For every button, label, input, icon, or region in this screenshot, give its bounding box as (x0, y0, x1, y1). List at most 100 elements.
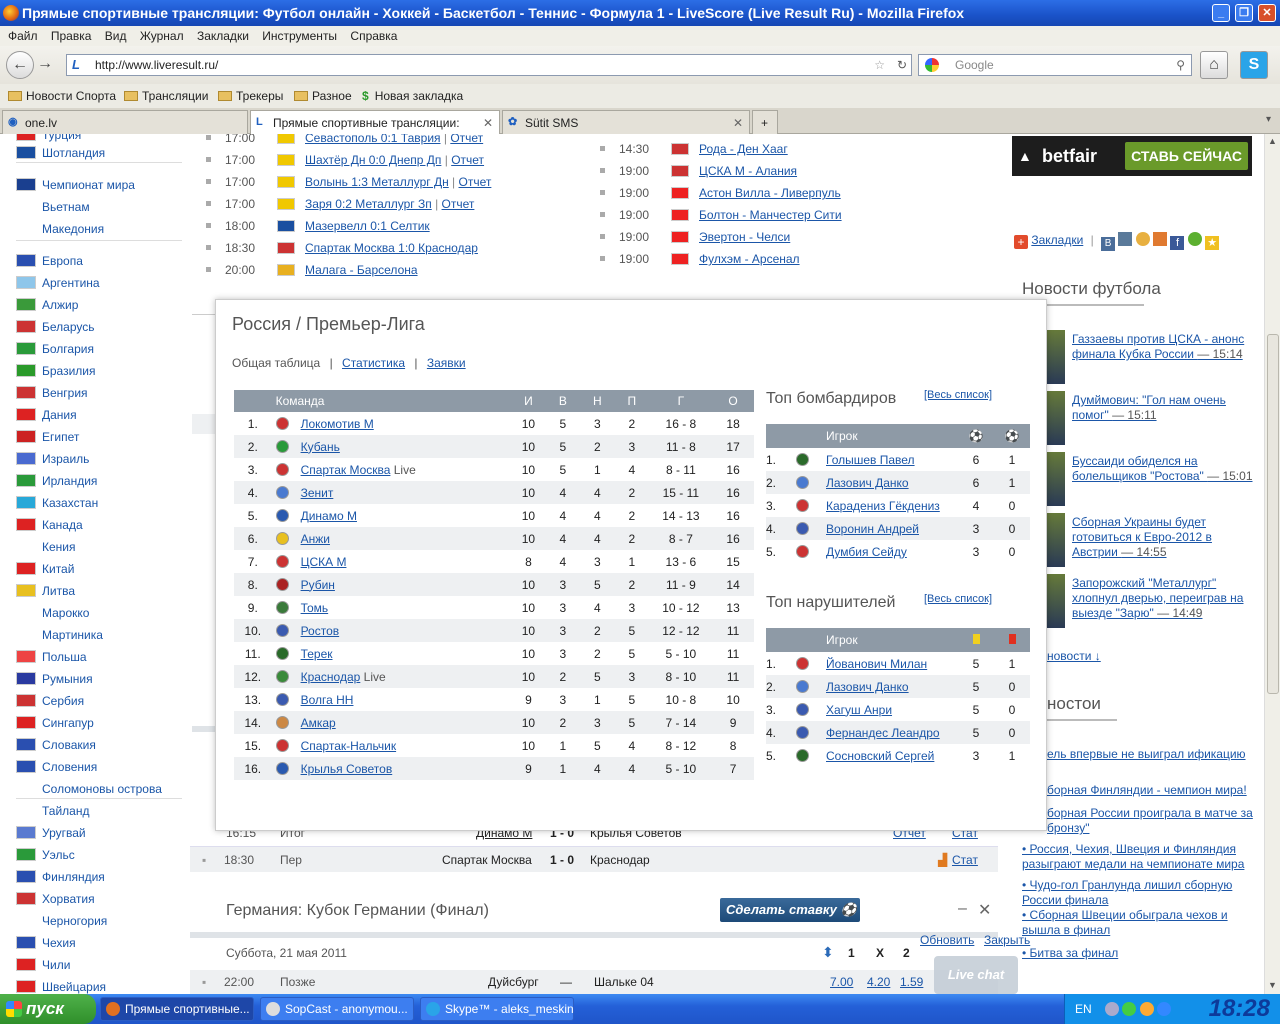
bookmark-sport-news[interactable]: Новости Спорта (8, 84, 116, 108)
vk-icon[interactable]: B (1101, 237, 1116, 251)
country-item[interactable]: Сингапур (16, 712, 94, 734)
team-link[interactable]: Краснодар (301, 670, 361, 684)
news-item-link[interactable]: Газзаевы против ЦСКА - анонс финала Кубк… (1072, 332, 1254, 362)
pen-icon[interactable] (1118, 232, 1133, 246)
country-item[interactable]: Словакия (16, 734, 96, 756)
match-item[interactable]: 19:00 Эвертон - Челси (600, 226, 790, 248)
country-item[interactable]: Чехия (16, 932, 76, 954)
clock[interactable]: 18:28 (1209, 994, 1270, 1024)
close-window-button[interactable]: ✕ (1258, 4, 1276, 22)
search-input[interactable]: Google ⚲ (918, 54, 1192, 76)
maximize-button[interactable]: ❐ (1235, 4, 1253, 22)
odnoklassniki-icon[interactable] (1153, 232, 1168, 246)
news-item-link[interactable]: Сборная Украины будет готовиться к Евро-… (1072, 515, 1254, 560)
news-item-link[interactable]: Буссаиди обиделся на болельщиков "Ростов… (1072, 454, 1254, 484)
forward-button[interactable]: → (34, 51, 56, 79)
close-tab-icon[interactable]: ✕ (733, 111, 743, 135)
language-indicator[interactable]: EN (1075, 1002, 1092, 1016)
report-link[interactable]: Отчет (459, 175, 492, 189)
country-item[interactable]: Румыния (16, 668, 93, 690)
people-icon[interactable] (1135, 232, 1150, 246)
home-button[interactable]: ⌂ (1200, 51, 1228, 79)
magnifier-icon[interactable]: ⚲ (1176, 55, 1185, 75)
collapse-icon[interactable]: – (958, 900, 967, 918)
match-link[interactable]: Спартак Москва 1:0 Краснодар (305, 241, 478, 255)
tab-statistics[interactable]: Статистика (342, 356, 405, 370)
match-item[interactable]: 17:00 Шахтёр Дн 0:0 Днепр Дп | Отчет (206, 149, 484, 171)
match-link[interactable]: Болтон - Манчестер Сити (699, 208, 842, 222)
country-item[interactable]: Казахстан (16, 492, 98, 514)
news-item-link[interactable]: • Битва за финал (1022, 946, 1254, 961)
close-link[interactable]: Закрыть (984, 933, 1030, 947)
more-news-link[interactable]: новости ↓ (1047, 649, 1101, 664)
country-item[interactable]: Аргентина (16, 272, 100, 294)
country-item[interactable]: Китай (16, 558, 74, 580)
team-link[interactable]: Анжи (301, 532, 330, 546)
match-item[interactable]: 17:00 Волынь 1:3 Металлург Дн | Отчет (206, 171, 491, 193)
country-item[interactable]: Вьетнам (16, 196, 90, 218)
star-icon[interactable]: ☆ (874, 55, 885, 75)
country-item[interactable]: Бразилия (16, 360, 96, 382)
scorers-full-list-link[interactable]: [Весь список] (924, 389, 992, 401)
tab-sms[interactable]: ✿ Sütit SMS ✕ (502, 110, 750, 134)
match-link[interactable]: Заря 0:2 Металлург Зп (305, 197, 432, 211)
country-item[interactable]: Уэльс (16, 844, 75, 866)
scroll-up-icon[interactable]: ▲ (1268, 136, 1277, 146)
menu-history[interactable]: Журнал (132, 29, 184, 43)
report-link[interactable]: Отчет (442, 197, 475, 211)
match-item[interactable]: 19:00 ЦСКА М - Алания (600, 160, 797, 182)
stats-link[interactable]: Стат (952, 847, 978, 873)
back-button[interactable]: ← (6, 51, 34, 79)
match-link[interactable]: Мазервелл 0:1 Селтик (305, 219, 430, 233)
country-item[interactable]: Беларусь (16, 316, 94, 338)
place-bet-button[interactable]: Сделать ставку ⚽ (720, 898, 860, 922)
task-firefox[interactable]: Прямые спортивные... (100, 997, 254, 1021)
match-link[interactable]: Эвертон - Челси (699, 230, 790, 244)
match-link[interactable]: Астон Вилла - Ливерпуль (699, 186, 841, 200)
odds-1-link[interactable]: 7.00 (830, 970, 853, 994)
match-item[interactable]: 19:00 Болтон - Манчестер Сити (600, 204, 842, 226)
player-link[interactable]: Лазович Данко (826, 471, 958, 494)
match-link[interactable]: Волынь 1:3 Металлург Дн (305, 175, 449, 189)
country-item[interactable]: Канада (16, 514, 83, 536)
player-link[interactable]: Хагуш Анри (826, 698, 958, 721)
country-item[interactable]: Литва (16, 580, 75, 602)
facebook-icon[interactable]: f (1170, 236, 1185, 250)
news-item-link[interactable]: ель впервые не выиграл ификацию (1047, 747, 1264, 762)
country-item[interactable]: Соломоновы острова (16, 778, 162, 800)
tab-liveresult[interactable]: LПрямые спортивные трансляции: Футб...✕ (250, 110, 500, 154)
country-item[interactable]: Европа (16, 250, 83, 272)
player-link[interactable]: Воронин Андрей (826, 517, 958, 540)
menu-help[interactable]: Справка (342, 29, 397, 43)
menu-tools[interactable]: Инструменты (254, 29, 337, 43)
match-item[interactable]: 19:00 Фулхэм - Арсенал (600, 248, 800, 270)
share-bookmarks-link[interactable]: Закладки (1031, 233, 1083, 247)
country-item[interactable]: Кения (16, 536, 76, 558)
tab-one-lv[interactable]: ◉ one.lv (2, 110, 248, 134)
country-item[interactable]: Венгрия (16, 382, 88, 404)
bookmark-trackers[interactable]: Трекеры (218, 84, 283, 108)
country-item[interactable]: Хорватия (16, 888, 95, 910)
tab-list-icon[interactable]: ▾ (1266, 114, 1271, 125)
country-item[interactable]: Марокко (16, 602, 89, 624)
task-skype[interactable]: Skype™ - aleks_meskini (420, 997, 574, 1021)
team-link[interactable]: Крылья Советов (301, 762, 393, 776)
country-item[interactable]: Шотландия (16, 142, 105, 164)
player-link[interactable]: Йованович Милан (826, 652, 958, 675)
country-item[interactable]: Алжир (16, 294, 78, 316)
team-link[interactable]: Ростов (301, 624, 340, 638)
new-tab-button[interactable]: + (752, 110, 778, 134)
url-field[interactable]: L http://www.liveresult.ru/ ☆ ↻ (66, 54, 912, 76)
country-item[interactable]: Мартиника (16, 624, 103, 646)
match-link[interactable]: ЦСКА М - Алания (699, 164, 797, 178)
tray-icon[interactable] (1139, 1002, 1154, 1016)
news-item-link[interactable]: • Россия, Чехия, Швеция и Финляндия разы… (1022, 842, 1254, 872)
menu-edit[interactable]: Правка (43, 29, 92, 43)
team-link[interactable]: Рубин (301, 578, 335, 592)
match-item[interactable]: 20:00 Малага - Барселона (206, 259, 418, 281)
news-thumbnail[interactable] (1047, 330, 1065, 384)
player-link[interactable]: Лазович Данко (826, 675, 958, 698)
news-item-link[interactable]: • Сборная Швеции обыграла чехов и вышла … (1022, 908, 1254, 938)
match-row[interactable]: ▪ 18:30 Пер Спартак Москва 1 - 0 Краснод… (190, 846, 998, 872)
news-thumbnail[interactable] (1047, 513, 1065, 567)
